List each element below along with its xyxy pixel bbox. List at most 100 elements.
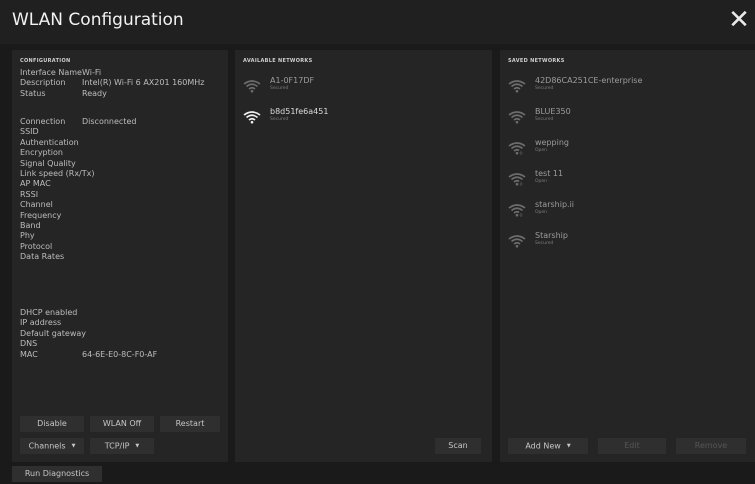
network-security-status: Secured: [270, 86, 289, 91]
config-row: Channel: [20, 200, 136, 210]
title-bar: WLAN Configuration ✕: [0, 0, 755, 44]
network-name: Starship: [535, 231, 568, 240]
chevron-down-icon: ▼: [566, 443, 571, 449]
config-row: IP address: [20, 318, 157, 328]
config-label: Encryption: [20, 148, 63, 158]
network-name: wepping: [535, 138, 569, 147]
config-row: SSID: [20, 127, 136, 137]
config-label: Phy: [20, 231, 35, 241]
config-row: Frequency: [20, 211, 136, 221]
config-value: Intel(R) Wi-Fi 6 AX201 160MHz: [82, 78, 205, 88]
wifi-icon: [243, 78, 261, 93]
config-row: Authentication: [20, 138, 136, 148]
window-title: WLAN Configuration: [12, 10, 184, 30]
config-row: DHCP enabled: [20, 308, 157, 318]
wlan-off-button[interactable]: WLAN Off: [90, 416, 154, 432]
wifi-icon: ᴏ: [508, 202, 526, 219]
config-label: Status: [20, 88, 46, 98]
config-group-rows-a: Interface NameWi-Fi Description Intel(R) W…: [20, 68, 204, 99]
config-row: MAC 64-6E-E0-8C-F0-AF: [20, 350, 157, 360]
configuration-heading: CONFIGURATION: [20, 58, 71, 64]
config-row: Interface NameWi-Fi: [20, 68, 204, 78]
saved-networks-panel: SAVED NETWORKS 42D86CA251CE-enterprise Se…: [500, 50, 755, 462]
channels-dropdown[interactable]: Channels ▼: [20, 438, 84, 454]
config-value: Disconnected: [82, 117, 137, 126]
wifi-icon: ᴏ: [508, 140, 526, 157]
config-label: IP address: [20, 318, 62, 328]
network-name: starship.ii: [535, 200, 575, 209]
wifi-icon: [508, 109, 526, 124]
config-row: Status Ready: [20, 89, 204, 99]
config-label: Connection: [20, 117, 66, 126]
network-name: BLUE350: [535, 107, 571, 116]
wifi-icon: [243, 109, 261, 124]
tcpip-label: TCP/IP: [104, 441, 130, 451]
config-label: DNS: [20, 339, 38, 349]
config-row: Encryption: [20, 148, 136, 158]
channels-label: Channels: [28, 441, 66, 451]
config-group-rows-b: Connection Disconnected SSID Authentication…: [20, 117, 136, 263]
config-group-rows-c: DHCP enabled IP address Default gateway DNS…: [20, 308, 157, 360]
chevron-down-icon: ▼: [71, 443, 76, 449]
network-security-status: Open: [535, 148, 548, 153]
configuration-panel: CONFIGURATION Interface NameWi-Fi Descrip…: [12, 50, 228, 462]
config-label: Description: [20, 78, 66, 88]
add-new-label: Add New: [525, 441, 561, 451]
remove-button[interactable]: Remove: [676, 438, 746, 454]
config-row: Connection Disconnected: [20, 117, 136, 127]
network-security-status: Secured: [535, 86, 554, 91]
config-value: 64-6E-E0-8C-F0-AF: [82, 349, 158, 359]
disable-button[interactable]: Disable: [20, 416, 84, 432]
config-row: Data Rates: [20, 252, 136, 262]
restart-button[interactable]: Restart: [160, 416, 220, 432]
config-label: Data Rates: [20, 252, 65, 262]
svg-text:ᴏ: ᴏ: [520, 182, 523, 186]
close-icon[interactable]: ✕: [727, 6, 751, 34]
config-row: RSSI: [20, 190, 136, 200]
config-label: Band: [20, 221, 41, 231]
config-label: SSID: [20, 127, 39, 137]
network-name: 42D86CA251CE-enterprise: [535, 76, 643, 85]
config-label: Default gateway: [20, 328, 86, 338]
config-label: Channel: [20, 200, 53, 210]
available-networks-heading: AVAILABLE NETWORKS: [243, 58, 313, 64]
config-row: Default gateway: [20, 329, 157, 339]
config-label: Protocol: [20, 241, 53, 251]
run-diagnostics-button[interactable]: Run Diagnostics: [12, 466, 102, 482]
config-value: Ready: [82, 88, 107, 98]
network-name: b8d51fe6a451: [270, 107, 329, 116]
config-label: Authentication: [20, 137, 79, 147]
config-row: AP MAC: [20, 179, 136, 189]
saved-networks-heading: SAVED NETWORKS: [508, 58, 565, 64]
wifi-icon: [508, 78, 526, 93]
config-label: RSSI: [20, 189, 39, 199]
config-label: Frequency: [20, 210, 62, 220]
config-value: Wi-Fi: [82, 68, 102, 77]
config-label: AP MAC: [20, 179, 51, 189]
config-row: Band: [20, 221, 136, 231]
config-label: Link speed (Rx/Tx): [20, 169, 95, 179]
svg-text:ᴏ: ᴏ: [520, 151, 523, 155]
wifi-icon: [508, 233, 526, 248]
config-row: DNS: [20, 339, 157, 349]
chevron-down-icon: ▼: [135, 443, 140, 449]
tcpip-dropdown[interactable]: TCP/IP ▼: [90, 438, 154, 454]
network-security-status: Secured: [535, 117, 554, 122]
wifi-icon: ᴏ: [508, 171, 526, 188]
network-security-status: Open: [535, 210, 548, 215]
config-row: Description Intel(R) Wi-Fi 6 AX201 160MHz: [20, 78, 204, 88]
network-name: test 11: [535, 169, 564, 178]
config-row: Protocol: [20, 242, 136, 252]
scan-button[interactable]: Scan: [435, 438, 481, 454]
network-name: A1-0F17DF: [270, 76, 315, 85]
svg-text:ᴏ: ᴏ: [520, 213, 523, 217]
network-security-status: Open: [535, 179, 548, 184]
network-security-status: Secured: [535, 241, 554, 246]
config-label: DHCP enabled: [20, 308, 78, 317]
config-label: MAC: [20, 349, 38, 359]
config-row: Signal Quality: [20, 159, 136, 169]
network-security-status: Secured: [270, 117, 289, 122]
config-row: Phy: [20, 231, 136, 241]
add-new-dropdown[interactable]: Add New ▼: [508, 438, 588, 454]
edit-button[interactable]: Edit: [598, 438, 666, 454]
